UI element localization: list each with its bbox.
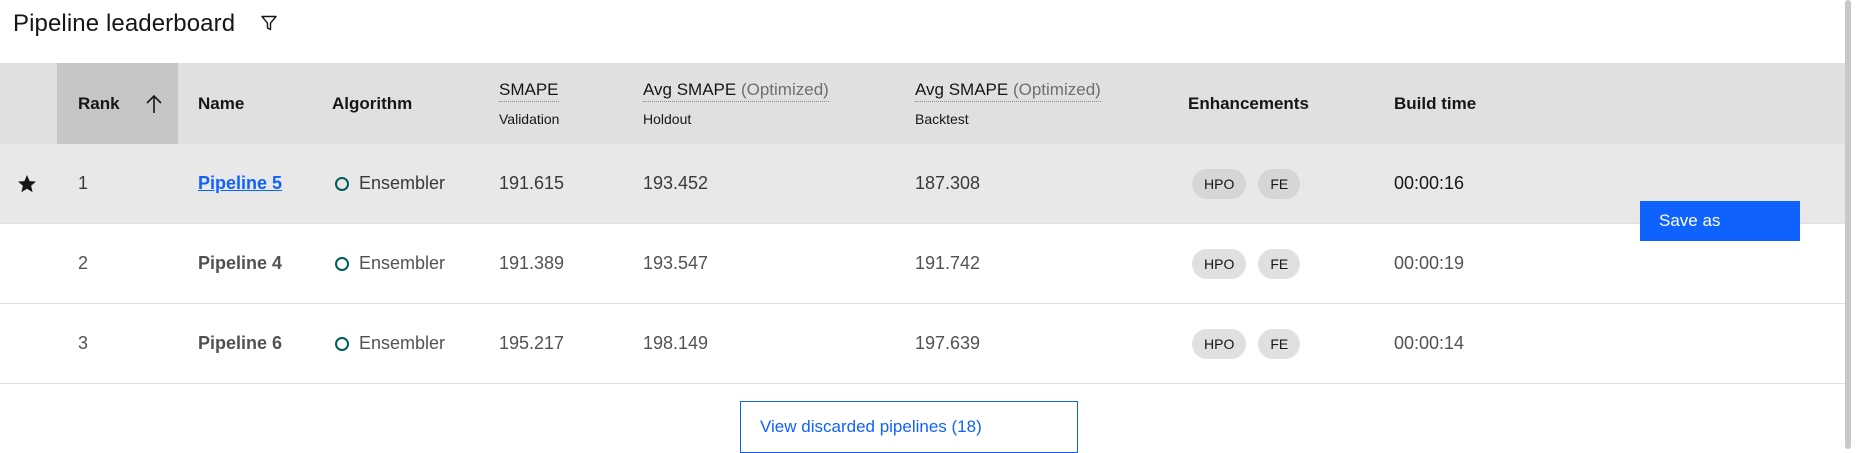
tag-hpo: HPO [1192, 328, 1247, 359]
holdout-cell: 193.547 [643, 253, 709, 273]
column-header-rank[interactable]: Rank [78, 63, 120, 144]
leaderboard-table: Rank Name Algorithm SMAPE Validation Avg… [0, 63, 1845, 384]
pipeline-name-link[interactable]: Pipeline 5 [198, 173, 282, 194]
rank-cell: 1 [78, 173, 89, 193]
backtest-cell: 197.639 [915, 333, 981, 353]
tag-hpo: HPO [1192, 168, 1247, 199]
algorithm-cell: Ensembler [335, 144, 445, 223]
column-header-avg-backtest-sub: Backtest [915, 111, 969, 127]
backtest-cell: 191.742 [915, 253, 981, 273]
column-header-build-time[interactable]: Build time [1394, 63, 1476, 144]
page-title: Pipeline leaderboard [13, 10, 236, 37]
tag-fe: FE [1258, 328, 1301, 359]
smape-cell: 191.389 [499, 253, 565, 273]
view-discarded-pipelines-button[interactable]: View discarded pipelines (18) [740, 401, 1078, 453]
ensembler-ring-icon [335, 176, 349, 191]
enhancements-cell: HPO FE [1192, 144, 1312, 223]
vertical-scrollbar[interactable] [1845, 0, 1851, 449]
ensembler-ring-icon [335, 256, 349, 271]
table-header: Rank Name Algorithm SMAPE Validation Avg… [0, 63, 1845, 144]
column-header-smape[interactable]: SMAPE Validation [499, 63, 560, 144]
algorithm-cell: Ensembler [335, 224, 445, 303]
rank-cell: 2 [78, 253, 89, 273]
column-header-rank-label: Rank [78, 93, 120, 113]
column-header-enhancements-label: Enhancements [1188, 93, 1309, 113]
pipeline-name[interactable]: Pipeline 6 [198, 333, 282, 354]
column-header-avg-holdout-label: Avg SMAPE (Optimized) [643, 80, 829, 102]
title-bar: Pipeline leaderboard [13, 8, 280, 40]
algorithm-label: Ensembler [359, 253, 446, 273]
leaderboard-page: Pipeline leaderboard Rank Name Algorithm… [0, 0, 1859, 453]
star-icon[interactable] [16, 144, 38, 223]
column-header-smape-label: SMAPE [499, 80, 560, 102]
column-header-build-time-label: Build time [1394, 93, 1477, 113]
column-header-algorithm[interactable]: Algorithm [332, 63, 412, 144]
holdout-cell: 198.149 [643, 333, 709, 353]
column-header-algorithm-label: Algorithm [332, 93, 413, 113]
enhancements-cell: HPO FE [1192, 224, 1312, 303]
smape-cell: 191.615 [499, 173, 565, 193]
column-header-name[interactable]: Name [198, 63, 244, 144]
name-cell: Pipeline 6 [198, 304, 282, 383]
rank-cell: 3 [78, 333, 89, 353]
tag-fe: FE [1258, 248, 1301, 279]
column-header-smape-sub: Validation [499, 111, 560, 127]
arrow-up-icon[interactable] [144, 93, 164, 115]
save-as-button[interactable]: Save as [1640, 201, 1800, 241]
build-time-cell: 00:00:14 [1394, 333, 1465, 353]
algorithm-label: Ensembler [359, 173, 446, 193]
table-row[interactable]: 2 Pipeline 4 Ensembler 191.389 193.547 1… [0, 224, 1845, 304]
enhancements-cell: HPO FE [1192, 304, 1312, 383]
filter-icon[interactable] [260, 14, 280, 34]
build-time-cell: 00:00:19 [1394, 253, 1465, 273]
column-header-avg-holdout[interactable]: Avg SMAPE (Optimized) Holdout [643, 63, 829, 144]
name-cell: Pipeline 5 [198, 144, 282, 223]
build-time-cell: 00:00:16 [1394, 173, 1465, 193]
column-header-name-label: Name [198, 93, 245, 113]
tag-fe: FE [1258, 168, 1301, 199]
pipeline-name[interactable]: Pipeline 4 [198, 253, 282, 274]
column-header-enhancements[interactable]: Enhancements [1188, 63, 1309, 144]
tag-hpo: HPO [1192, 248, 1247, 279]
holdout-cell: 193.452 [643, 173, 709, 193]
smape-cell: 195.217 [499, 333, 565, 353]
table-row[interactable]: 1 Pipeline 5 Ensembler 191.615 193.452 1… [0, 144, 1845, 224]
backtest-cell: 187.308 [915, 173, 981, 193]
algorithm-cell: Ensembler [335, 304, 445, 383]
column-header-avg-backtest-label: Avg SMAPE (Optimized) [915, 80, 1101, 102]
ensembler-ring-icon [335, 336, 349, 351]
column-header-avg-holdout-sub: Holdout [643, 111, 692, 127]
table-row[interactable]: 3 Pipeline 6 Ensembler 195.217 198.149 1… [0, 304, 1845, 384]
column-header-avg-backtest[interactable]: Avg SMAPE (Optimized) Backtest [915, 63, 1101, 144]
name-cell: Pipeline 4 [198, 224, 282, 303]
algorithm-label: Ensembler [359, 333, 446, 353]
